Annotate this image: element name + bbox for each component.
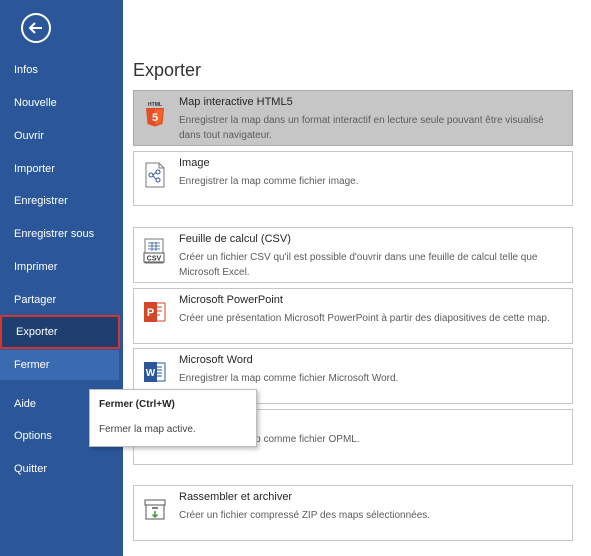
export-option-image[interactable]: Image Enregistrer la map comme fichier i… [133, 151, 573, 206]
option-name: Microsoft PowerPoint [179, 294, 283, 306]
nav-item-fermer[interactable]: Fermer [0, 350, 119, 380]
nav-item-exporter[interactable]: Exporter [0, 315, 120, 349]
option-name: Rassembler et archiver [179, 491, 293, 503]
option-description: Enregistrer la map comme fichier Microso… [179, 373, 399, 384]
svg-text:P: P [147, 307, 154, 319]
option-name: Feuille de calcul (CSV) [179, 233, 291, 245]
word-icon: W [144, 362, 166, 382]
nav-item-infos[interactable]: Infos [0, 55, 123, 85]
option-description: Enregistrer la map comme fichier image. [179, 176, 359, 187]
export-option-powerpoint[interactable]: P Microsoft PowerPoint Créer une présent… [133, 288, 573, 344]
html5-icon: HTML 5 [146, 102, 164, 127]
nav-item-ouvrir[interactable]: Ouvrir [0, 121, 123, 151]
nav-item-quitter[interactable]: Quitter [0, 454, 123, 484]
back-button[interactable] [21, 13, 51, 43]
nav-item-nouvelle[interactable]: Nouvelle [0, 88, 123, 118]
nav-item-enregistrer[interactable]: Enregistrer [0, 186, 123, 216]
archive-icon [144, 499, 166, 520]
nav-item-partager[interactable]: Partager [0, 285, 123, 315]
export-option-archive[interactable]: Rassembler et archiver Créer un fichier … [133, 485, 573, 541]
option-description: Créer une présentation Microsoft PowerPo… [179, 313, 550, 324]
nav-item-importer[interactable]: Importer [0, 154, 123, 184]
svg-text:HTML: HTML [148, 102, 162, 108]
option-name: Microsoft Word [179, 354, 253, 366]
option-name: Image [179, 157, 210, 169]
nav-item-imprimer[interactable]: Imprimer [0, 252, 123, 282]
svg-text:CSV: CSV [147, 256, 162, 263]
csv-icon: CSV [143, 238, 165, 264]
tooltip-fermer: Fermer (Ctrl+W) Fermer la map active. [89, 389, 257, 447]
option-description: Enregistrer la map dans un format intera… [179, 115, 544, 141]
page-title: Exporter [133, 60, 202, 80]
nav-item-enregistrer-sous[interactable]: Enregistrer sous [0, 219, 123, 249]
tooltip-title: Fermer (Ctrl+W) [99, 399, 175, 410]
export-option-csv[interactable]: CSV Feuille de calcul (CSV) Créer un fic… [133, 227, 573, 283]
tooltip-text: Fermer la map active. [99, 424, 196, 435]
option-description: Créer un fichier compressé ZIP des maps … [179, 510, 431, 521]
svg-text:5: 5 [152, 112, 158, 124]
image-file-icon [145, 162, 165, 188]
option-description: Créer un fichier CSV qu'il est possible … [179, 252, 538, 278]
backstage-sidebar: Infos Nouvelle Ouvrir Importer Enregistr… [0, 0, 123, 556]
powerpoint-icon: P [144, 302, 166, 322]
arrow-left-icon [28, 22, 42, 34]
option-name: Map interactive HTML5 [179, 96, 293, 108]
export-option-html5[interactable]: HTML 5 Map interactive HTML5 Enregistrer… [133, 90, 573, 146]
svg-text:W: W [146, 368, 156, 379]
